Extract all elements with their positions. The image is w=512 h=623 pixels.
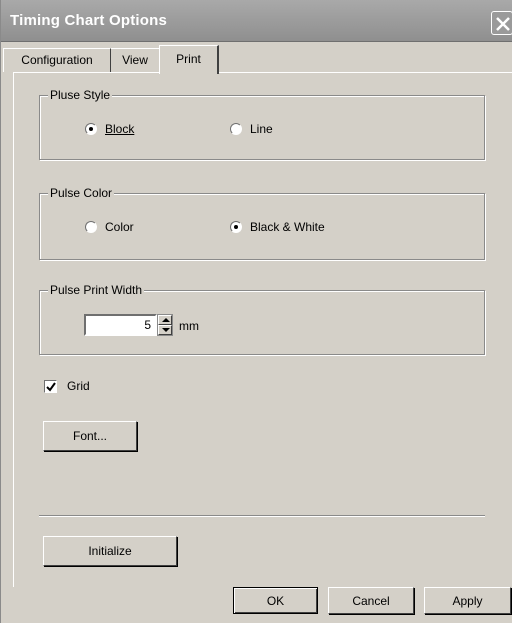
pulse-print-width-label: Pulse Print Width	[48, 283, 145, 297]
font-button[interactable]: Font...	[43, 421, 137, 451]
radio-indicator	[230, 221, 242, 233]
radio-black-white-label: Black & White	[250, 220, 325, 234]
separator	[39, 515, 485, 517]
pulse-style-label: Pluse Style	[48, 88, 113, 102]
checkmark-icon	[46, 381, 56, 392]
radio-indicator	[85, 221, 97, 233]
radio-line[interactable]: Line	[230, 122, 273, 136]
radio-black-white[interactable]: Black & White	[230, 220, 325, 234]
arrow-down-icon	[162, 328, 170, 332]
window-title: Timing Chart Options	[10, 12, 168, 29]
cancel-button[interactable]: Cancel	[328, 587, 414, 614]
pulse-width-spinner	[157, 314, 173, 336]
title-bar: Timing Chart Options	[1, 0, 512, 42]
tab-print[interactable]: Print	[159, 45, 219, 74]
radio-block[interactable]: Block	[85, 122, 134, 136]
radio-block-label: Block	[105, 122, 135, 136]
radio-line-label: Line	[250, 122, 273, 136]
radio-color[interactable]: Color	[85, 220, 134, 234]
ok-button[interactable]: OK	[233, 587, 318, 614]
pulse-width-unit: mm	[179, 319, 199, 333]
close-button[interactable]	[491, 11, 512, 35]
tab-configuration[interactable]: Configuration	[3, 48, 111, 72]
tab-view[interactable]: View	[111, 48, 159, 72]
dialog-window: Timing Chart Options Configuration View …	[0, 0, 512, 623]
spin-down-button[interactable]	[158, 325, 172, 335]
grid-checkbox[interactable]: Grid	[44, 379, 90, 393]
arrow-up-icon	[162, 318, 170, 322]
radio-color-label: Color	[105, 220, 134, 234]
pulse-width-input[interactable]: 5	[84, 314, 157, 336]
close-icon	[496, 17, 510, 31]
checkbox-box	[44, 379, 57, 393]
grid-label: Grid	[67, 379, 90, 393]
initialize-button[interactable]: Initialize	[43, 536, 177, 566]
radio-indicator	[85, 123, 97, 135]
spin-up-button[interactable]	[158, 315, 172, 325]
apply-button[interactable]: Apply	[424, 587, 511, 614]
pulse-color-label: Pulse Color	[48, 186, 115, 200]
radio-indicator	[230, 123, 242, 135]
